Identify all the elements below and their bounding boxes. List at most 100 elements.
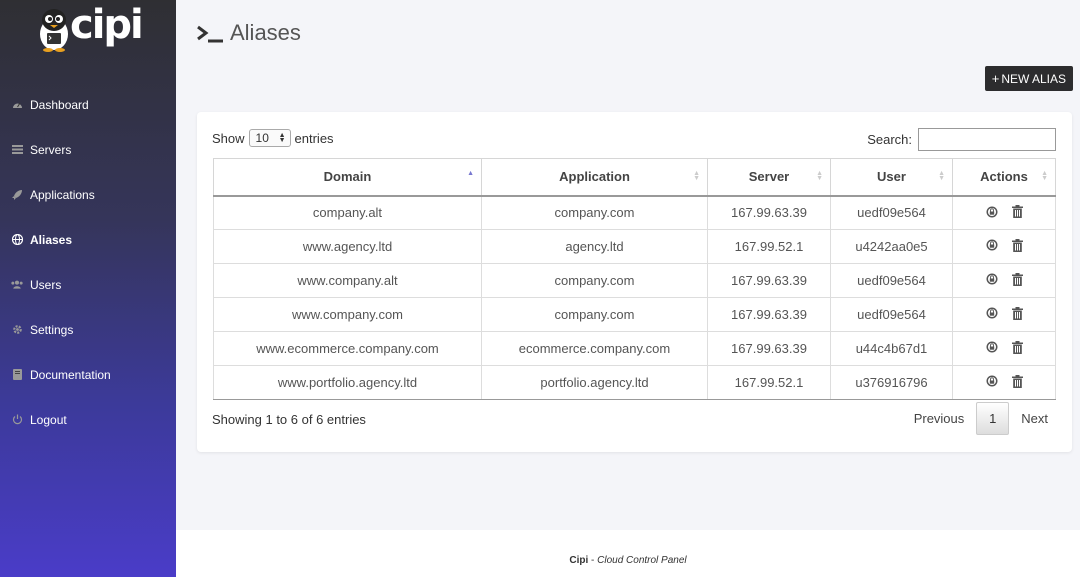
lock-icon[interactable] bbox=[986, 239, 998, 251]
table-row: www.ecommerce.company.com ecommerce.compa… bbox=[213, 331, 1056, 366]
cell-domain: www.ecommerce.company.com bbox=[213, 331, 482, 366]
cell-user: u4242aa0e5 bbox=[830, 229, 953, 264]
entries-select-value: 10 bbox=[255, 131, 269, 145]
pagination: Previous 1 Next bbox=[902, 402, 1060, 435]
footer: Cipi - Cloud Control Panel bbox=[176, 530, 1080, 577]
sidebar-item-label: Logout bbox=[30, 412, 67, 427]
cell-application: company.com bbox=[481, 297, 708, 332]
trash-icon[interactable] bbox=[1011, 238, 1023, 252]
cell-application: company.com bbox=[481, 195, 708, 230]
globe-icon bbox=[11, 234, 23, 246]
page-1-button[interactable]: 1 bbox=[976, 402, 1010, 435]
column-header-domain[interactable]: Domain ▲ bbox=[213, 158, 482, 197]
cell-user: u44c4b67d1 bbox=[830, 331, 953, 366]
cell-actions bbox=[952, 229, 1056, 264]
page-title-text: Aliases bbox=[230, 20, 301, 45]
cell-server: 167.99.63.39 bbox=[707, 195, 831, 230]
main-content: Aliases + NEW ALIAS Show 10 ▲ ▼ entries S… bbox=[176, 0, 1080, 577]
trash-icon[interactable] bbox=[1011, 272, 1023, 286]
users-icon bbox=[11, 279, 23, 291]
table-row: www.company.alt company.com 167.99.63.39 ue… bbox=[213, 263, 1056, 298]
sort-icon: ▲ ▼ bbox=[693, 170, 700, 182]
sort-icon: ▲ ▼ bbox=[1041, 170, 1048, 182]
plus-icon: + bbox=[991, 71, 1000, 86]
entries-select[interactable]: 10 ▲ ▼ bbox=[248, 129, 291, 147]
lock-icon[interactable] bbox=[986, 341, 998, 353]
trash-icon[interactable] bbox=[1011, 205, 1023, 218]
dashboard-icon bbox=[11, 99, 23, 111]
trash-icon[interactable] bbox=[1011, 374, 1023, 388]
sidebar: cipi Dashboard Servers Applications Alia… bbox=[0, 0, 176, 577]
sidebar-item-aliases[interactable]: Aliases bbox=[0, 217, 176, 262]
previous-button[interactable]: Previous bbox=[902, 411, 977, 426]
cell-user: u376916796 bbox=[830, 365, 953, 400]
sidebar-item-servers[interactable]: Servers bbox=[0, 127, 176, 172]
cell-application: portfolio.agency.ltd bbox=[481, 365, 708, 400]
cell-server: 167.99.63.39 bbox=[707, 263, 831, 298]
cell-domain: www.agency.ltd bbox=[213, 229, 482, 264]
logo-text: cipi bbox=[70, 2, 144, 48]
search-input[interactable] bbox=[918, 128, 1056, 151]
table-info: Showing 1 to 6 of 6 entries bbox=[212, 412, 366, 427]
sidebar-item-label: Settings bbox=[30, 322, 74, 337]
cell-application: agency.ltd bbox=[481, 229, 708, 264]
sidebar-item-applications[interactable]: Applications bbox=[0, 172, 176, 217]
cell-actions bbox=[952, 331, 1056, 366]
footer-tagline: Cloud Control Panel bbox=[597, 555, 687, 566]
table-row: company.alt company.com 167.99.63.39 uedf09… bbox=[213, 195, 1056, 230]
column-header-label: Application bbox=[559, 169, 630, 185]
lock-icon[interactable] bbox=[986, 307, 998, 319]
sidebar-item-users[interactable]: Users bbox=[0, 262, 176, 307]
power-icon bbox=[11, 414, 23, 426]
sidebar-item-dashboard[interactable]: Dashboard bbox=[0, 82, 176, 127]
column-header-label: Server bbox=[748, 169, 790, 185]
footer-brand: Cipi bbox=[569, 555, 589, 566]
column-header-actions[interactable]: Actions ▲ ▼ bbox=[952, 158, 1056, 197]
cell-server: 167.99.63.39 bbox=[707, 331, 831, 366]
entries-label: entries bbox=[294, 130, 334, 146]
search-label: Search: bbox=[867, 132, 912, 147]
select-arrows-icon: ▲ ▼ bbox=[278, 132, 286, 144]
sidebar-item-label: Documentation bbox=[30, 367, 111, 382]
column-header-user[interactable]: User ▲ ▼ bbox=[830, 158, 953, 197]
penguin-logo-icon bbox=[40, 9, 68, 52]
sort-icon: ▲ ▼ bbox=[938, 170, 945, 182]
column-header-application[interactable]: Application ▲ ▼ bbox=[481, 158, 708, 197]
sidebar-item-label: Aliases bbox=[30, 232, 73, 247]
next-button[interactable]: Next bbox=[1009, 411, 1060, 426]
cell-application: company.com bbox=[481, 263, 708, 298]
sidebar-nav: Dashboard Servers Applications Aliases U… bbox=[0, 82, 176, 442]
terminal-prompt-icon bbox=[197, 25, 223, 43]
cell-actions bbox=[952, 365, 1056, 400]
cell-actions bbox=[952, 263, 1056, 298]
cell-actions bbox=[952, 195, 1056, 230]
logo[interactable]: cipi bbox=[36, 2, 144, 52]
sort-icon: ▲ ▼ bbox=[816, 170, 823, 182]
column-header-label: User bbox=[877, 169, 906, 185]
table-row: www.portfolio.agency.ltd portfolio.agency… bbox=[213, 365, 1056, 400]
aliases-table: Domain ▲ Application ▲ ▼ Server ▲ ▼ User ▲… bbox=[213, 158, 1056, 400]
rocket-icon bbox=[11, 189, 23, 201]
sidebar-item-settings[interactable]: Settings bbox=[0, 307, 176, 352]
cell-actions bbox=[952, 297, 1056, 332]
new-alias-label: NEW ALIAS bbox=[1001, 71, 1066, 86]
cell-server: 167.99.52.1 bbox=[707, 229, 831, 264]
lock-icon[interactable] bbox=[986, 206, 998, 218]
entries-length-control: Show 10 ▲ ▼ entries bbox=[212, 129, 334, 147]
cell-server: 167.99.63.39 bbox=[707, 297, 831, 332]
sidebar-item-label: Applications bbox=[30, 187, 95, 202]
sidebar-item-label: Dashboard bbox=[30, 97, 89, 112]
lock-icon[interactable] bbox=[986, 273, 998, 285]
cell-user: uedf09e564 bbox=[830, 297, 953, 332]
footer-separator: - bbox=[588, 555, 598, 566]
trash-icon[interactable] bbox=[1011, 340, 1023, 354]
server-icon bbox=[11, 144, 23, 156]
trash-icon[interactable] bbox=[1011, 306, 1023, 320]
sidebar-item-documentation[interactable]: Documentation bbox=[0, 352, 176, 397]
new-alias-button[interactable]: + NEW ALIAS bbox=[984, 66, 1073, 91]
column-header-server[interactable]: Server ▲ ▼ bbox=[707, 158, 831, 197]
show-label: Show bbox=[212, 130, 245, 146]
sidebar-item-logout[interactable]: Logout bbox=[0, 397, 176, 442]
cell-domain: www.company.com bbox=[213, 297, 482, 332]
lock-icon[interactable] bbox=[986, 375, 998, 387]
